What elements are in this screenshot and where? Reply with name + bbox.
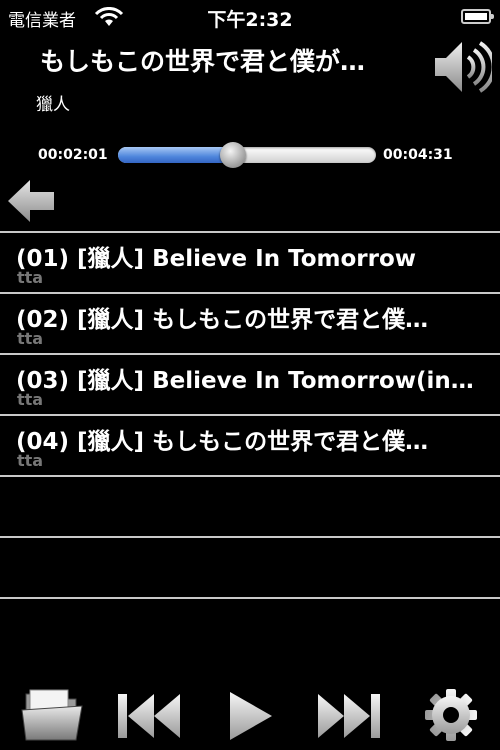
player-toolbar [0, 678, 500, 750]
speaker-icon[interactable] [432, 32, 492, 102]
playlist-item[interactable]: (03) [獵人] Believe In Tomorrow(in… tta [0, 353, 500, 414]
track-title: (01) [獵人] Believe In Tomorrow [16, 246, 417, 272]
playlist-empty-row [0, 475, 500, 536]
track-format: tta [17, 329, 44, 348]
playlist-empty-row [0, 597, 500, 658]
play-icon[interactable] [216, 684, 286, 746]
track-format: tta [17, 451, 44, 470]
elapsed-time: 00:02:01 [38, 147, 108, 163]
progress-slider[interactable] [118, 147, 376, 163]
playlist-empty-row [0, 536, 500, 597]
playlist-item[interactable]: (04) [獵人] もしもこの世界で君と僕… tta [0, 414, 500, 475]
track-title: (02) [獵人] もしもこの世界で君と僕… [16, 307, 429, 333]
now-playing-title: もしもこの世界で君と僕が… [40, 47, 366, 76]
gear-icon[interactable] [416, 684, 486, 746]
track-title: (03) [獵人] Believe In Tomorrow(in… [16, 368, 474, 394]
progress-fill [118, 147, 234, 163]
playlist-item[interactable]: (02) [獵人] もしもこの世界で君と僕… tta [0, 292, 500, 353]
now-playing-artist: 獵人 [36, 95, 70, 115]
clock: 下午2:32 [207, 9, 293, 31]
playlist-item[interactable]: (01) [獵人] Believe In Tomorrow tta [0, 231, 500, 292]
back-arrow-icon[interactable] [6, 178, 56, 224]
playlist: (01) [獵人] Believe In Tomorrow tta (02) [… [0, 231, 500, 658]
track-format: tta [17, 390, 44, 409]
status-bar: 電信業者 下午2:32 [0, 0, 500, 34]
total-time: 00:04:31 [383, 147, 453, 163]
track-title: (04) [獵人] もしもこの世界で君と僕… [16, 429, 429, 455]
progress-thumb[interactable] [220, 142, 247, 168]
next-track-icon[interactable] [314, 684, 384, 746]
folder-icon[interactable] [18, 684, 88, 746]
battery-icon [461, 9, 494, 24]
track-format: tta [17, 268, 44, 287]
previous-track-icon[interactable] [114, 684, 184, 746]
